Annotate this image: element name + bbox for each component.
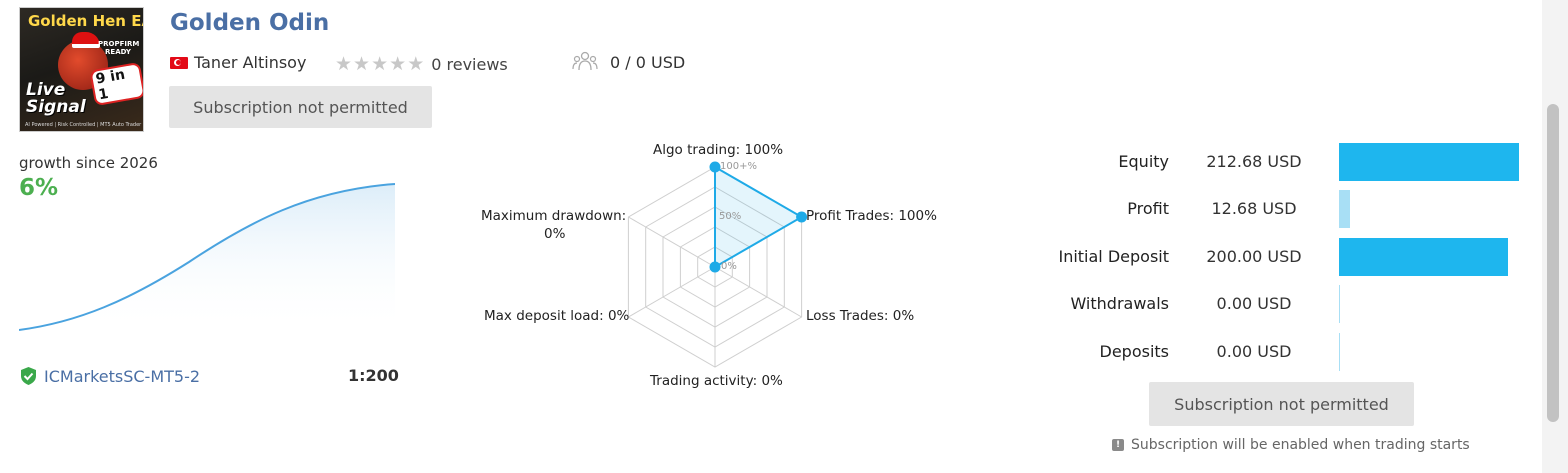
radar-point: [709, 261, 721, 273]
stat-bar: [1339, 143, 1519, 181]
radar-label-maximum-drawdown: Maximum drawdown:: [481, 208, 627, 224]
scrollbar-thumb[interactable]: [1547, 104, 1559, 422]
signal-title[interactable]: Golden Odin: [170, 10, 329, 36]
subscribers-info: 0 / 0 USD: [572, 50, 685, 74]
star-icon: ★: [389, 53, 407, 75]
leverage-value: 1:200: [348, 366, 399, 385]
broker-name[interactable]: ICMarketsSC-MT5-2: [44, 367, 200, 386]
growth-area: [19, 184, 395, 332]
radar-point: [709, 161, 721, 173]
stat-value: 0.00 USD: [1216, 342, 1292, 361]
growth-label: growth since 2026: [19, 154, 158, 172]
growth-chart[interactable]: [19, 180, 395, 332]
stat-bar: [1339, 190, 1350, 228]
signal-logo: Golden Hen EA PROPFIRM READY 9 in 1 Live…: [19, 7, 144, 132]
logo-footer: AI Powered | Risk Controlled | MT5 Auto …: [25, 122, 142, 128]
info-icon: !: [1112, 439, 1124, 451]
radar-label-max-deposit-load: Max deposit load: 0%: [484, 308, 630, 324]
stat-bar: [1339, 333, 1340, 371]
reviews-count[interactable]: 0 reviews: [431, 55, 508, 74]
stat-label: Profit: [1127, 199, 1169, 218]
radar-tick-50: 50%: [719, 211, 742, 222]
radar-axis: [628, 266, 716, 318]
stat-value: 212.68 USD: [1206, 152, 1302, 171]
stat-label: Withdrawals: [1070, 294, 1169, 313]
star-icon: ★: [371, 53, 389, 75]
star-icon: ★: [353, 53, 371, 75]
logo-badge: 9 in 1: [89, 61, 143, 107]
subscribe-button-bottom[interactable]: Subscription not permitted: [1149, 382, 1414, 426]
stat-value: 0.00 USD: [1216, 294, 1292, 313]
turkey-flag-icon: [170, 56, 188, 69]
broker-link[interactable]: ICMarketsSC-MT5-2: [19, 366, 200, 386]
radar-axis: [714, 266, 802, 318]
radar-tick-100: 100+%: [720, 161, 757, 172]
radar-chart: [627, 161, 808, 368]
author-name[interactable]: Taner Altinsoy: [194, 53, 306, 72]
subscribers-icon: [572, 51, 598, 71]
stat-label: Initial Deposit: [1058, 247, 1169, 266]
star-icon: ★: [407, 53, 425, 75]
radar-axis: [628, 216, 716, 268]
stat-value: 200.00 USD: [1206, 247, 1302, 266]
stat-label: Deposits: [1099, 342, 1170, 361]
santa-hat-illustration: [72, 32, 100, 48]
radar-label-maximum-drawdown-value: 0%: [544, 226, 566, 242]
radar-label-algo-trading: Algo trading: 100%: [653, 142, 784, 158]
radar-label-trading-activity: Trading activity: 0%: [650, 373, 783, 389]
subscription-hint: ! Subscription will be enabled when trad…: [1112, 437, 1470, 453]
rating[interactable]: ★ ★ ★ ★ ★ 0 reviews: [335, 53, 508, 75]
radar-label-loss-trades: Loss Trades: 0%: [806, 308, 915, 324]
author-row[interactable]: Taner Altinsoy: [170, 53, 306, 72]
subscribe-button[interactable]: Subscription not permitted: [169, 86, 432, 128]
logo-title: Golden Hen EA: [28, 12, 144, 30]
logo-subtitle: Live Signal: [26, 80, 86, 117]
stat-value: 12.68 USD: [1211, 199, 1297, 218]
verified-shield-icon: [21, 367, 36, 385]
logo-corner-text: PROPFIRM READY: [98, 40, 140, 56]
subscription-hint-text: Subscription will be enabled when tradin…: [1131, 437, 1470, 453]
subscribers-value: 0 / 0 USD: [610, 52, 686, 72]
radar-label-profit-trades: Profit Trades: 100%: [806, 208, 937, 224]
stat-bar: [1339, 285, 1340, 323]
stat-bar: [1339, 238, 1508, 276]
radar-tick-0: 0%: [721, 261, 737, 272]
star-icon: ★: [335, 53, 353, 75]
stat-label: Equity: [1118, 152, 1169, 171]
